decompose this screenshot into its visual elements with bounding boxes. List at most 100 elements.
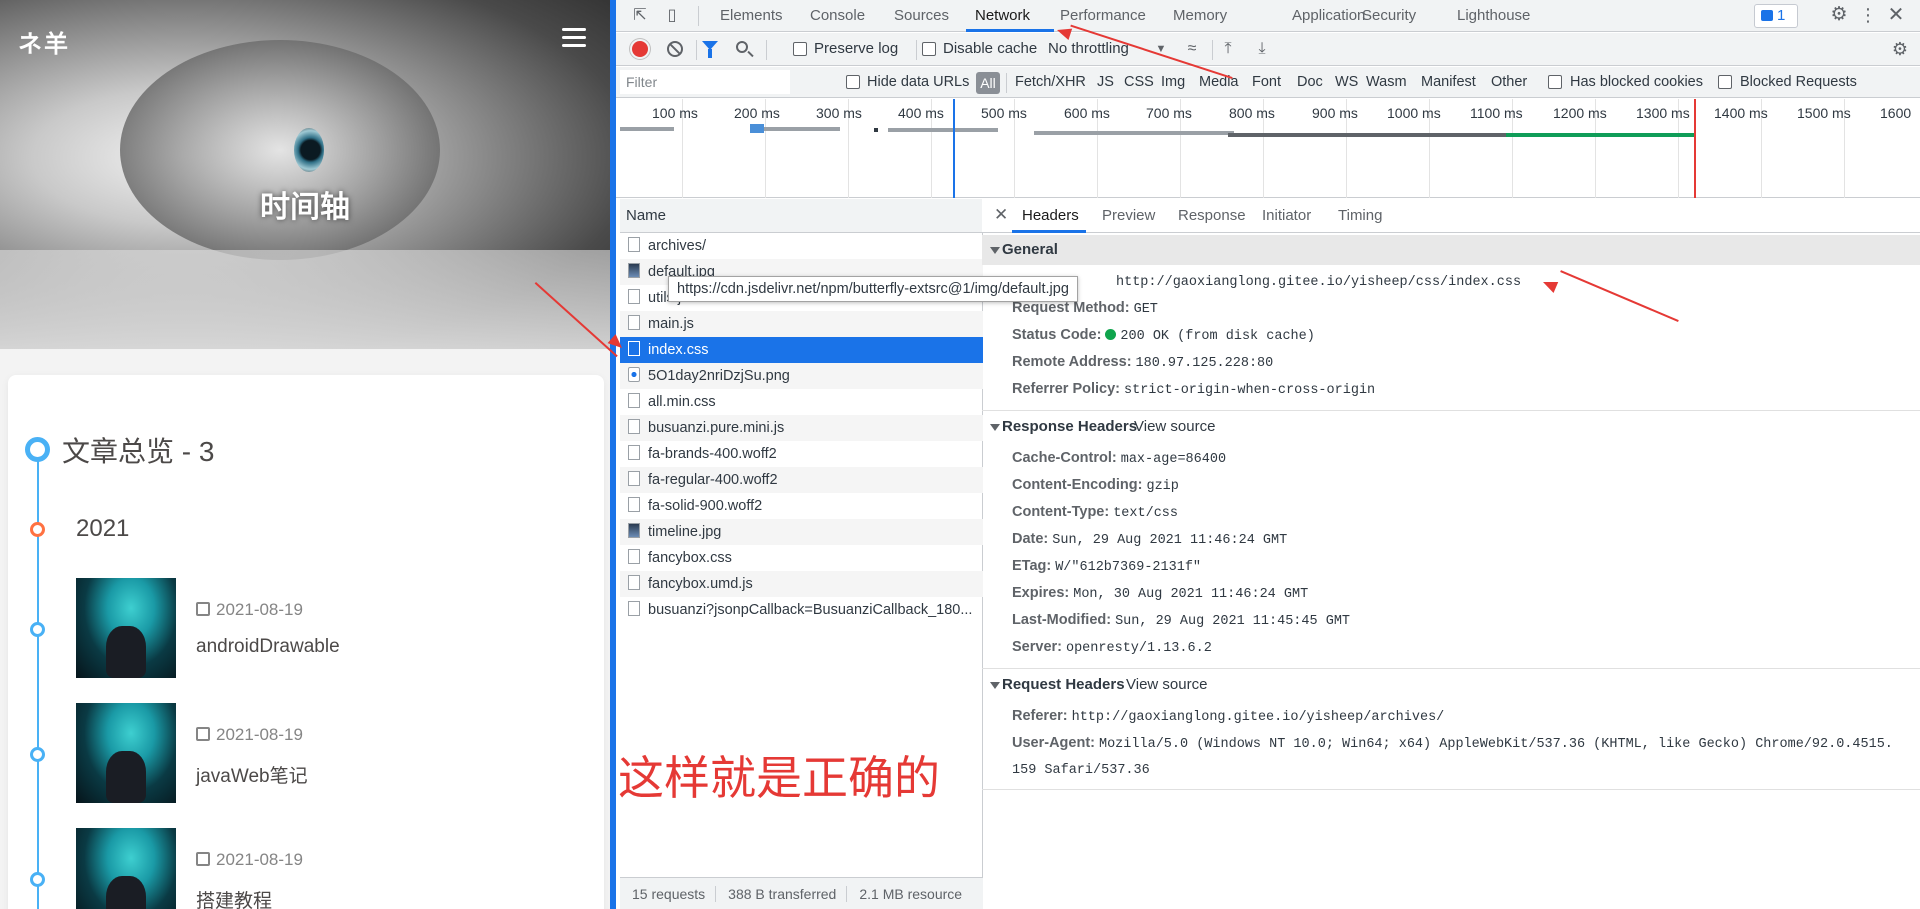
tab-elements[interactable]: Elements [720, 7, 783, 24]
search-icon[interactable] [736, 41, 748, 53]
request-row[interactable]: fa-regular-400.woff2 [620, 467, 983, 493]
request-row[interactable]: archives/ [620, 233, 983, 259]
more-options-icon[interactable]: ⋮ [1858, 5, 1878, 25]
post-title[interactable]: androidDrawable [196, 636, 340, 658]
network-settings-icon[interactable]: ⚙ [1890, 39, 1910, 59]
site-brand[interactable]: ネ羊 [18, 24, 70, 59]
hide-data-urls-checkbox[interactable] [846, 75, 860, 89]
request-row[interactable]: all.min.css [620, 389, 983, 415]
separator [916, 40, 917, 60]
type-filter-manifest[interactable]: Manifest [1421, 74, 1476, 90]
request-row[interactable]: fa-solid-900.woff2 [620, 493, 983, 519]
timeline-tick-label: 300 ms [816, 105, 862, 121]
tab-headers[interactable]: Headers [1022, 207, 1079, 224]
post-thumbnail[interactable] [76, 828, 176, 909]
name-column-header[interactable]: Name [620, 199, 983, 233]
has-blocked-cookies-label: Has blocked cookies [1570, 74, 1703, 90]
type-filter-wasm[interactable]: Wasm [1366, 74, 1407, 90]
section-divider [982, 789, 1920, 790]
message-icon [1761, 10, 1773, 21]
tab-timing[interactable]: Timing [1338, 207, 1382, 224]
tab-console[interactable]: Console [810, 7, 865, 24]
tab-application[interactable]: Application [1292, 7, 1365, 24]
network-conditions-icon[interactable]: ≈ [1182, 39, 1202, 59]
type-filter-img[interactable]: Img [1161, 74, 1185, 90]
timeline-post[interactable]: 2021-08-19 javaWeb笔记 [0, 703, 610, 803]
request-row[interactable]: busuanzi?jsonpCallback=BusuanziCallback_… [620, 597, 983, 623]
blog-page: ネ羊 时间轴 文章总览 - 3 2021 2021-08-19 androidD… [0, 0, 610, 909]
tab-response[interactable]: Response [1178, 207, 1246, 224]
post-title[interactable]: javaWeb笔记 [196, 761, 308, 788]
post-title[interactable]: 搭建教程 [196, 886, 272, 909]
type-filter-other[interactable]: Other [1491, 74, 1527, 90]
post-thumbnail[interactable] [76, 703, 176, 803]
type-filter-ws[interactable]: WS [1335, 74, 1358, 90]
import-har-icon[interactable]: ⤒ [1218, 39, 1238, 59]
preserve-log-checkbox[interactable] [793, 42, 807, 56]
filter-input[interactable]: Filter [620, 70, 790, 94]
timeline-tick-label: 100 ms [652, 105, 698, 121]
filter-icon[interactable] [702, 41, 718, 58]
timeline-post[interactable]: 2021-08-19 搭建教程 [0, 828, 610, 909]
type-filter-font[interactable]: Font [1252, 74, 1281, 90]
tab-initiator[interactable]: Initiator [1262, 207, 1311, 224]
blocked-requests-checkbox[interactable] [1718, 75, 1732, 89]
request-header-row: User-Agent: Mozilla/5.0 (Windows NT 10.0;… [1012, 735, 1893, 752]
tab-preview[interactable]: Preview [1102, 207, 1155, 224]
details-tab-bar: ✕ Headers Preview Response Initiator Tim… [982, 199, 1920, 233]
timeline-tick-label: 700 ms [1146, 105, 1192, 121]
tab-performance[interactable]: Performance [1060, 7, 1146, 24]
throttling-select[interactable]: No throttling [1048, 40, 1129, 57]
timeline-tick-label: 600 ms [1064, 105, 1110, 121]
view-source-link[interactable]: View source [1126, 670, 1207, 700]
tab-sources[interactable]: Sources [894, 7, 949, 24]
request-row[interactable]: main.js [620, 311, 983, 337]
request-row[interactable]: fa-brands-400.woff2 [620, 441, 983, 467]
clear-icon[interactable] [667, 41, 683, 57]
collapse-triangle-icon [990, 682, 1000, 689]
settings-gear-icon[interactable]: ⚙ [1829, 5, 1849, 25]
disable-cache-label: Disable cache [943, 40, 1038, 57]
post-thumbnail[interactable] [76, 578, 176, 678]
has-blocked-cookies-checkbox[interactable] [1548, 75, 1562, 89]
request-row[interactable]: timeline.jpg [620, 519, 983, 545]
type-filter-fetch-xhr[interactable]: Fetch/XHR [1015, 74, 1086, 90]
inspect-element-icon[interactable]: ⇱ [630, 6, 650, 26]
request-row-selected[interactable]: index.css [620, 337, 983, 363]
type-filter-doc[interactable]: Doc [1297, 74, 1323, 90]
preserve-log-label: Preserve log [814, 40, 899, 57]
timeline-post[interactable]: 2021-08-19 androidDrawable [0, 578, 610, 678]
view-source-link[interactable]: View source [1134, 412, 1215, 442]
hamburger-menu-icon[interactable] [562, 28, 586, 48]
type-filter-all[interactable]: All [976, 72, 1000, 94]
device-toolbar-icon[interactable]: ▯ [662, 6, 682, 26]
separator [1212, 40, 1213, 60]
tab-memory[interactable]: Memory [1173, 7, 1227, 24]
request-row[interactable]: fancybox.css [620, 545, 983, 571]
close-details-icon[interactable]: ✕ [994, 205, 1008, 225]
tab-network[interactable]: Network [975, 7, 1030, 24]
general-section-header[interactable]: General [982, 235, 1920, 265]
request-row[interactable]: busuanzi.pure.mini.js [620, 415, 983, 441]
hide-data-urls-label: Hide data URLs [867, 74, 970, 90]
type-filter-css[interactable]: CSS [1124, 74, 1154, 90]
response-headers-section-header[interactable]: Response Headers View source [982, 412, 1920, 442]
response-header-row: Date: Sun, 29 Aug 2021 11:46:24 GMT [1012, 531, 1288, 548]
tab-lighthouse[interactable]: Lighthouse [1457, 7, 1530, 24]
request-row[interactable]: fancybox.umd.js [620, 571, 983, 597]
request-row[interactable]: 5O1day2nriDzjSu.png [620, 363, 983, 389]
tab-security[interactable]: Security [1362, 7, 1416, 24]
collapse-triangle-icon [990, 424, 1000, 431]
record-button[interactable] [632, 41, 648, 57]
export-har-icon[interactable]: ⤓ [1252, 39, 1272, 59]
network-overview-timeline[interactable]: 100 ms 200 ms 300 ms 400 ms 500 ms 600 m… [616, 99, 1920, 198]
timeline-post-dot [30, 747, 45, 762]
request-bar [620, 127, 674, 131]
request-header-row-continued: 159 Safari/537.36 [1012, 763, 1150, 778]
disable-cache-checkbox[interactable] [922, 42, 936, 56]
request-headers-section-header[interactable]: Request Headers View source [982, 670, 1920, 700]
issues-badge[interactable]: 1 [1754, 4, 1798, 28]
document-icon [628, 341, 640, 356]
type-filter-js[interactable]: JS [1097, 74, 1114, 90]
close-devtools-icon[interactable]: ✕ [1886, 5, 1906, 25]
